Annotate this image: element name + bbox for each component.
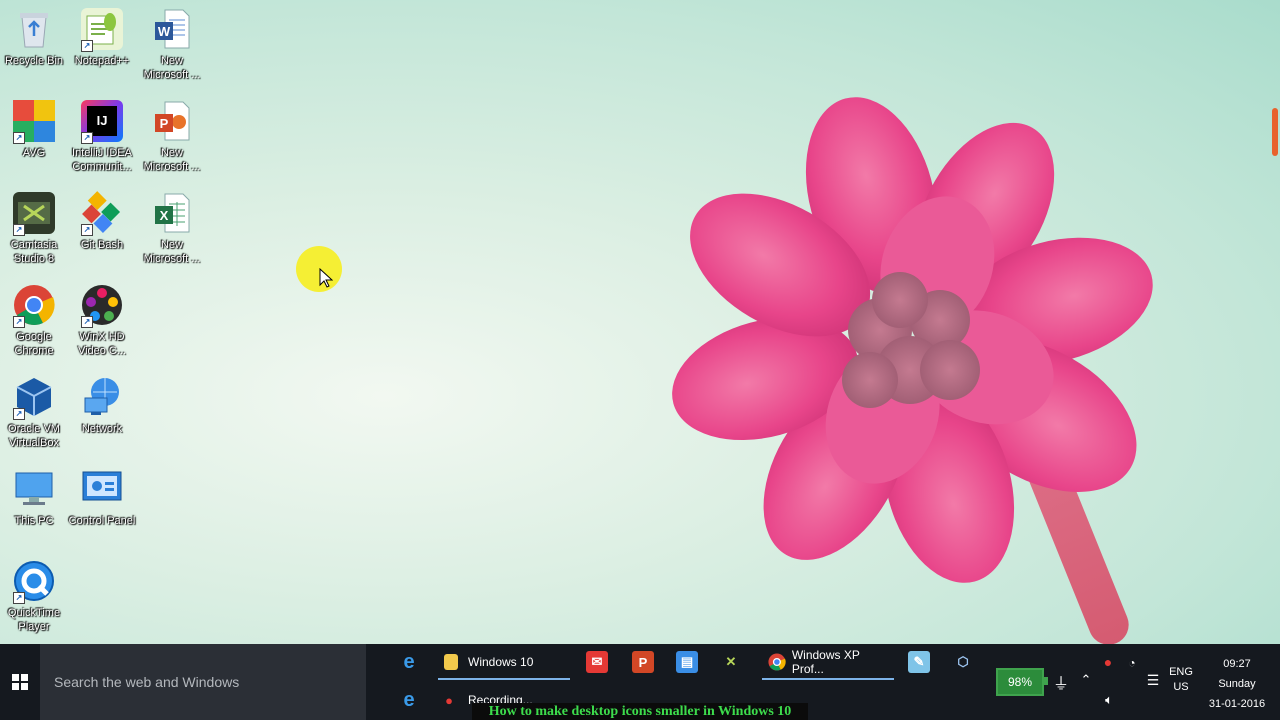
taskbar-outlook-button[interactable]: ▤	[676, 644, 700, 680]
wallpaper-flower	[672, 97, 1153, 583]
desktop-icon-powerpoint-document[interactable]: P New Microsoft ...	[138, 100, 206, 174]
virtualbox-icon: ↗	[13, 376, 55, 420]
quicktime-icon: ↗	[13, 560, 55, 604]
edge-icon: e	[403, 688, 415, 711]
chrome-icon	[768, 653, 786, 671]
camtasia-icon: ↗	[13, 192, 55, 236]
video-caption: How to make desktop icons smaller in Win…	[472, 703, 808, 720]
start-button[interactable]	[0, 644, 40, 720]
desktop-icon-label: New Microsoft ...	[143, 55, 201, 81]
svg-text:X: X	[160, 208, 169, 223]
desktop-icon-winx-video[interactable]: ↗ WinX HD Video C...	[68, 284, 136, 358]
this-pc-icon	[13, 468, 55, 510]
outlook-icon: ▤	[676, 651, 698, 673]
control-panel-icon	[81, 468, 123, 510]
action-center-icon[interactable]: ☰	[1144, 672, 1162, 689]
desktop-icon-label: Google Chrome	[14, 331, 54, 357]
desktop-icon-git-bash[interactable]: ↗ Git Bash	[68, 191, 136, 252]
notepad-plus-plus-icon: ↗	[81, 8, 123, 52]
svg-text:W: W	[158, 24, 171, 39]
desktop-icon-label: Git Bash	[80, 239, 124, 251]
camtasia-taskbar-icon: ✕	[725, 654, 737, 669]
desktop-icon-label: QuickTime Player	[7, 607, 61, 633]
desktop-icon-label: Notepad++	[74, 55, 130, 67]
mouse-pointer-icon	[319, 268, 333, 288]
svg-text:P: P	[160, 116, 169, 131]
intellij-idea-icon: IJ ↗	[81, 100, 123, 144]
mail-app-icon: ✉	[586, 651, 608, 673]
desktop-icon-label: IntelliJ IDEA Communit...	[72, 147, 132, 173]
desktop-icon-avg[interactable]: ↗ AVG	[0, 100, 68, 160]
taskbar-edge-button[interactable]: e	[398, 644, 422, 680]
wifi-icon[interactable]: ◔	[1124, 656, 1140, 670]
avg-icon: ↗	[13, 100, 55, 144]
clock-day: Sunday	[1218, 678, 1256, 690]
desktop-icon-label: New Microsoft ...	[143, 147, 201, 173]
desktop-icon-control-panel[interactable]: Control Panel	[68, 468, 136, 528]
desktop-icon-recycle-bin[interactable]: Recycle Bin	[0, 8, 68, 68]
chrome-icon: ↗	[13, 284, 55, 328]
edge-scroll-indicator	[1272, 108, 1278, 156]
desktop-icon-label: This PC	[14, 515, 54, 527]
camtasia-recorder-icon: ●	[445, 692, 453, 708]
desktop-icon-label: Oracle VM VirtualBox	[8, 423, 60, 449]
desktop-icon-excel-document[interactable]: X New Microsoft ...	[138, 192, 206, 266]
excel-document-icon: X	[151, 192, 193, 234]
search-placeholder: Search the web and Windows	[54, 674, 240, 690]
desktop-icon-label: Recycle Bin	[4, 55, 64, 67]
recording-indicator-icon[interactable]: ●	[1098, 654, 1118, 670]
taskbar-edge-button-2[interactable]: e	[398, 682, 422, 718]
desktop-icon-virtualbox[interactable]: ↗ Oracle VM VirtualBox	[0, 376, 68, 450]
desktop-icon-label: AVG	[22, 147, 46, 159]
notes-icon: ✎	[908, 651, 930, 673]
windows-logo-icon	[12, 674, 28, 690]
winx-video-icon: ↗	[81, 284, 123, 328]
taskbar-item-windows-xp[interactable]: Windows XP Prof...	[762, 644, 894, 680]
battery-indicator[interactable]: 98%	[996, 668, 1048, 696]
powerpoint-icon: P	[632, 651, 654, 673]
desktop-icon-google-chrome[interactable]: ↗ Google Chrome	[0, 284, 68, 358]
desktop-icon-label: Network	[81, 423, 123, 435]
powerpoint-document-icon: P	[151, 100, 193, 142]
git-bash-icon: ↗	[81, 191, 123, 236]
desktop-icon-label: WinX HD Video C...	[77, 331, 127, 357]
taskbar-virtualbox-button[interactable]: ⬡	[952, 644, 976, 680]
taskbar-item-label: Windows 10	[468, 655, 534, 669]
clock-date: 31-01-2016	[1208, 698, 1266, 710]
edge-icon: e	[403, 650, 415, 673]
volume-icon[interactable]: 🔈︎	[1100, 692, 1118, 708]
desktop-icon-network[interactable]: Network	[68, 376, 136, 436]
folder-icon	[444, 654, 458, 670]
taskbar-notes-button[interactable]: ✎	[908, 644, 932, 680]
taskbar-item-label: Windows XP Prof...	[791, 648, 860, 676]
network-icon	[81, 376, 123, 418]
virtualbox-taskbar-icon: ⬡	[957, 654, 969, 669]
clock[interactable]: 09:27 Sunday 31-01-2016	[1204, 654, 1270, 714]
recycle-bin-icon	[13, 8, 55, 50]
taskbar-item-windows-10[interactable]: Windows 10	[438, 644, 570, 680]
desktop-icon-notepad-plus-plus[interactable]: ↗ Notepad++	[68, 8, 136, 68]
taskbar-search-box[interactable]: Search the web and Windows	[40, 644, 366, 720]
taskbar-powerpoint-button[interactable]: P	[632, 644, 656, 680]
desktop-icon-intellij[interactable]: IJ ↗ IntelliJ IDEA Communit...	[68, 100, 136, 174]
desktop-icon-camtasia[interactable]: ↗ Camtasia Studio 8	[0, 192, 68, 266]
language-code: ENG	[1169, 666, 1193, 678]
region-code: US	[1173, 681, 1189, 693]
desktop-icon-label: New Microsoft ...	[143, 239, 201, 265]
desktop-icon-quicktime[interactable]: ↗ QuickTime Player	[0, 560, 68, 634]
taskbar-camtasia-button[interactable]: ✕	[720, 644, 744, 680]
battery-percent: 98%	[1007, 675, 1033, 689]
desktop-icon-label: Camtasia Studio 8	[10, 239, 58, 265]
power-plug-icon[interactable]: ⏚	[1052, 670, 1070, 694]
word-document-icon: W	[151, 8, 193, 50]
taskbar-mail-button[interactable]: ✉	[586, 644, 610, 680]
language-indicator[interactable]: ENG US	[1166, 666, 1196, 693]
clock-time: 09:27	[1223, 658, 1251, 670]
desktop-icon-word-document[interactable]: W New Microsoft ...	[138, 8, 206, 82]
desktop-icon-this-pc[interactable]: This PC	[0, 468, 68, 528]
desktop-icon-label: Control Panel	[68, 515, 136, 527]
show-hidden-icons-chevron-icon[interactable]: ⌃	[1078, 672, 1094, 688]
